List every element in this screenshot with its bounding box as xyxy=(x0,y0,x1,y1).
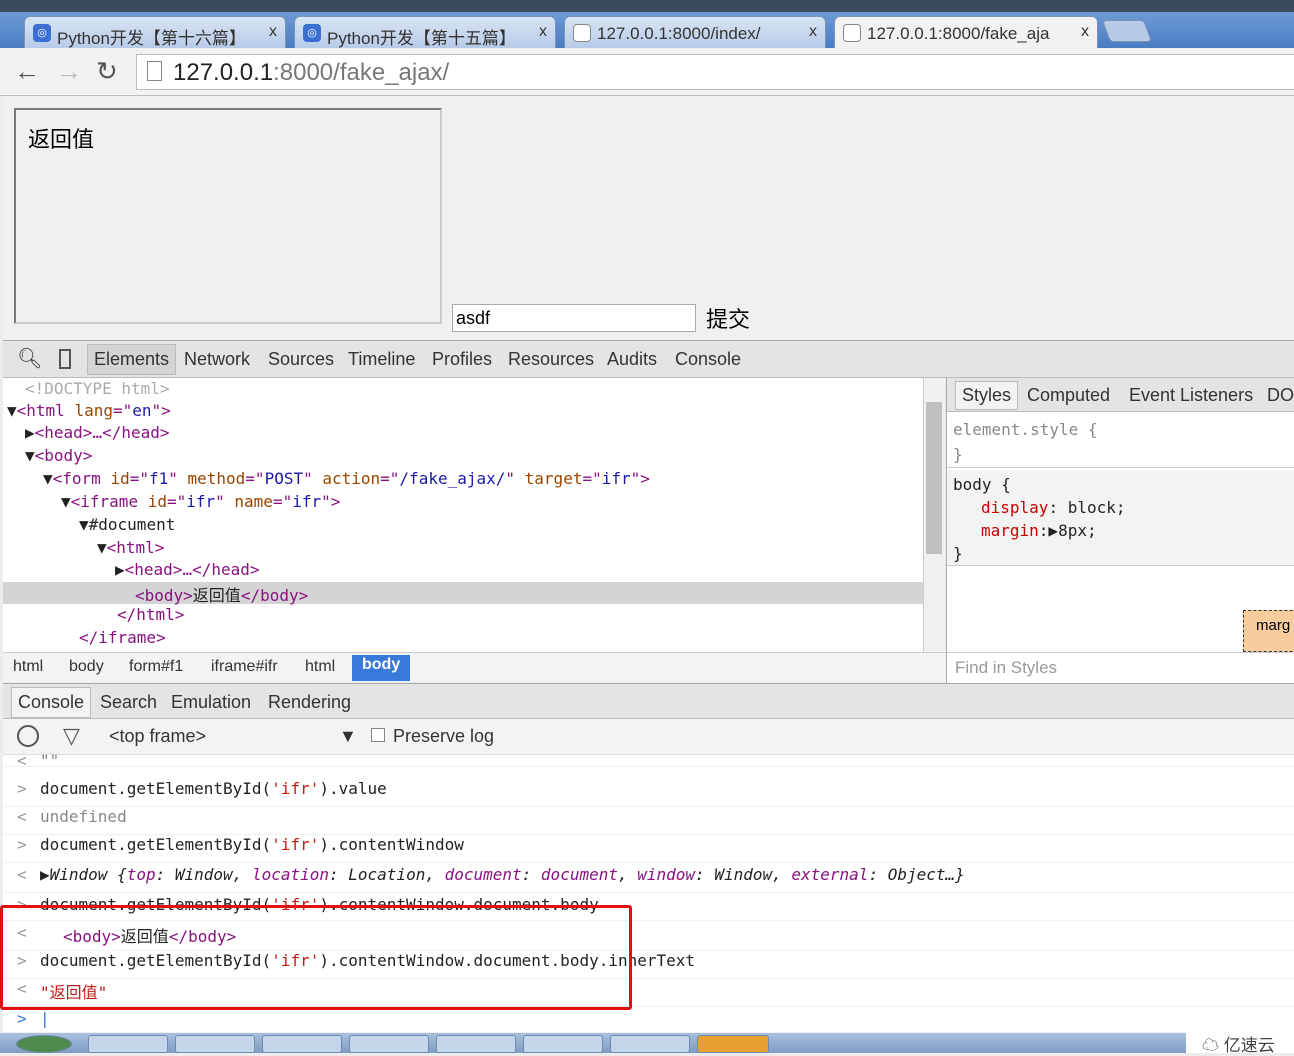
dom-node[interactable]: ▼<html lang="en"> xyxy=(3,401,923,423)
breadcrumb-item-selected[interactable]: body xyxy=(352,655,411,681)
address-bar[interactable]: 127.0.0.1:8000/fake_ajax/ xyxy=(136,54,1294,90)
text-input[interactable]: asdf xyxy=(452,304,696,332)
taskbar-app[interactable] xyxy=(610,1035,690,1053)
taskbar-app[interactable] xyxy=(697,1035,769,1053)
tab-console[interactable]: Console xyxy=(675,349,741,370)
console-prompt[interactable]: > | xyxy=(3,1009,1294,1033)
breadcrumb-item[interactable]: html xyxy=(305,658,335,676)
console-result: < "" xyxy=(3,751,1294,770)
browser-tab[interactable]: ◎ Python开发【第十五篇】 x xyxy=(294,16,556,48)
scrollbar-thumb[interactable] xyxy=(926,402,942,554)
browser-tab-active[interactable]: 127.0.0.1:8000/fake_aja x xyxy=(834,16,1098,48)
console-command: > document.getElementById('ifr').value xyxy=(3,779,1294,807)
styles-pane: Styles Computed Event Listeners DO eleme… xyxy=(946,378,1294,683)
tab-event-listeners[interactable]: Event Listeners xyxy=(1129,385,1253,406)
back-icon[interactable]: ← xyxy=(14,56,40,87)
dom-node[interactable]: ▼<iframe id="ifr" name="ifr"> xyxy=(3,492,923,514)
filter-icon[interactable]: ▽ xyxy=(63,723,80,749)
taskbar-app[interactable] xyxy=(262,1035,342,1053)
preserve-log-checkbox[interactable] xyxy=(371,728,385,742)
breadcrumb: html body form#f1 iframe#ifr html body xyxy=(3,652,946,682)
browser-tab[interactable]: ◎ Python开发【第十六篇】 x xyxy=(24,16,286,48)
tab-timeline[interactable]: Timeline xyxy=(348,349,415,370)
app-icon: ◎ xyxy=(303,24,321,42)
drawer-tabbar: Console Search Emulation Rendering xyxy=(3,683,1294,719)
chevron-down-icon: ▼ xyxy=(339,726,357,746)
drawer-tab-search[interactable]: Search xyxy=(100,692,157,713)
breadcrumb-item[interactable]: form#f1 xyxy=(129,658,183,676)
clear-console-icon[interactable] xyxy=(17,725,39,747)
tab-network[interactable]: Network xyxy=(184,349,250,370)
start-button[interactable] xyxy=(16,1035,72,1053)
browser-toolbar: ← → ↻ 127.0.0.1:8000/fake_ajax/ xyxy=(0,48,1294,96)
taskbar-app[interactable] xyxy=(436,1035,516,1053)
drawer-tab-rendering[interactable]: Rendering xyxy=(268,692,351,713)
dom-node[interactable]: ▶<head>…</head> xyxy=(3,560,923,582)
breadcrumb-item[interactable]: html xyxy=(13,658,43,676)
console-result-object[interactable]: < ▶Window {top: Window, location: Locatio… xyxy=(3,865,1294,893)
drawer-tab-console[interactable]: Console xyxy=(11,687,92,718)
drawer-tab-emulation[interactable]: Emulation xyxy=(171,692,251,713)
breadcrumb-item[interactable]: iframe#ifr xyxy=(211,658,278,676)
tab-strip: ◎ Python开发【第十六篇】 x ◎ Python开发【第十五篇】 x 127.0.… xyxy=(0,12,1294,48)
tab-profiles[interactable]: Profiles xyxy=(432,349,492,370)
preserve-log-label: Preserve log xyxy=(393,726,495,746)
console-result: < undefined xyxy=(3,807,1294,835)
highlight-annotation-box xyxy=(0,905,632,1010)
tab-computed[interactable]: Computed xyxy=(1027,385,1110,406)
close-tab-icon[interactable]: x xyxy=(1081,23,1089,41)
tab-styles[interactable]: Styles xyxy=(955,381,1019,410)
result-iframe: 返回值 xyxy=(14,108,442,324)
dom-node[interactable]: ▼<form id="f1" method="POST" action="/fa… xyxy=(3,469,923,491)
page-icon xyxy=(843,24,861,42)
taskbar-app[interactable] xyxy=(523,1035,603,1053)
page-icon xyxy=(147,61,162,81)
search-icon[interactable]: 🔍︎ xyxy=(17,346,42,371)
forward-icon[interactable]: → xyxy=(56,56,82,87)
tab-elements[interactable]: Elements xyxy=(87,344,177,375)
console-toolbar: ▽ <top frame> ▼ Preserve log xyxy=(3,719,1294,755)
close-tab-icon[interactable]: x xyxy=(539,23,547,41)
new-tab-button[interactable] xyxy=(1101,20,1153,42)
tab-audits[interactable]: Audits xyxy=(607,349,657,370)
close-tab-icon[interactable]: x xyxy=(809,23,817,41)
find-in-styles-input[interactable]: Find in Styles xyxy=(947,652,1294,683)
watermark: ☁ 亿速云 xyxy=(1186,1028,1294,1055)
tab-resources[interactable]: Resources xyxy=(508,349,594,370)
tab-sources[interactable]: Sources xyxy=(268,349,334,370)
console-command: > document.getElementById('ifr').contentW… xyxy=(3,835,1294,863)
dom-node[interactable]: ▶<head>…</head> xyxy=(3,423,923,445)
tab-dom-breakpoints[interactable]: DO xyxy=(1267,385,1294,406)
submit-button[interactable]: 提交 xyxy=(706,302,750,334)
box-model-margin: marg xyxy=(1243,610,1294,652)
dom-tree: <!DOCTYPE html> ▼<html lang="en"> ▶<head… xyxy=(3,378,923,652)
dom-node[interactable]: </html> xyxy=(3,605,923,627)
taskbar-app[interactable] xyxy=(349,1035,429,1053)
close-tab-icon[interactable]: x xyxy=(269,23,277,41)
dom-node[interactable]: ▼#document xyxy=(3,515,923,537)
dom-node[interactable]: <!DOCTYPE html> xyxy=(3,379,923,401)
app-icon: ◎ xyxy=(33,24,51,42)
dom-node-selected[interactable]: <body>返回值</body> xyxy=(3,582,923,605)
device-mode-icon[interactable] xyxy=(59,349,71,369)
cloud-logo-icon: ☁ xyxy=(1202,1036,1224,1055)
dom-node[interactable]: ▼<body> xyxy=(3,446,923,468)
taskbar-app[interactable] xyxy=(88,1035,168,1053)
devtools-tabbar: 🔍︎ Elements Network Sources Timeline Pro… xyxy=(3,340,1294,378)
dom-node[interactable]: ▼<html> xyxy=(3,538,923,560)
breadcrumb-item[interactable]: body xyxy=(69,658,104,676)
reload-icon[interactable]: ↻ xyxy=(96,56,118,87)
browser-tab[interactable]: 127.0.0.1:8000/index/x xyxy=(564,16,826,48)
dom-node[interactable]: </iframe> xyxy=(3,628,923,650)
taskbar-app[interactable] xyxy=(175,1035,255,1053)
body-style-rule[interactable]: body { display: block; margin:▶8px; } xyxy=(947,470,1294,566)
os-taskbar xyxy=(0,1033,1294,1053)
page-icon xyxy=(573,24,591,42)
element-style-rule[interactable]: element.style {} xyxy=(947,414,1294,468)
frame-select[interactable]: <top frame> ▼ xyxy=(109,726,359,747)
